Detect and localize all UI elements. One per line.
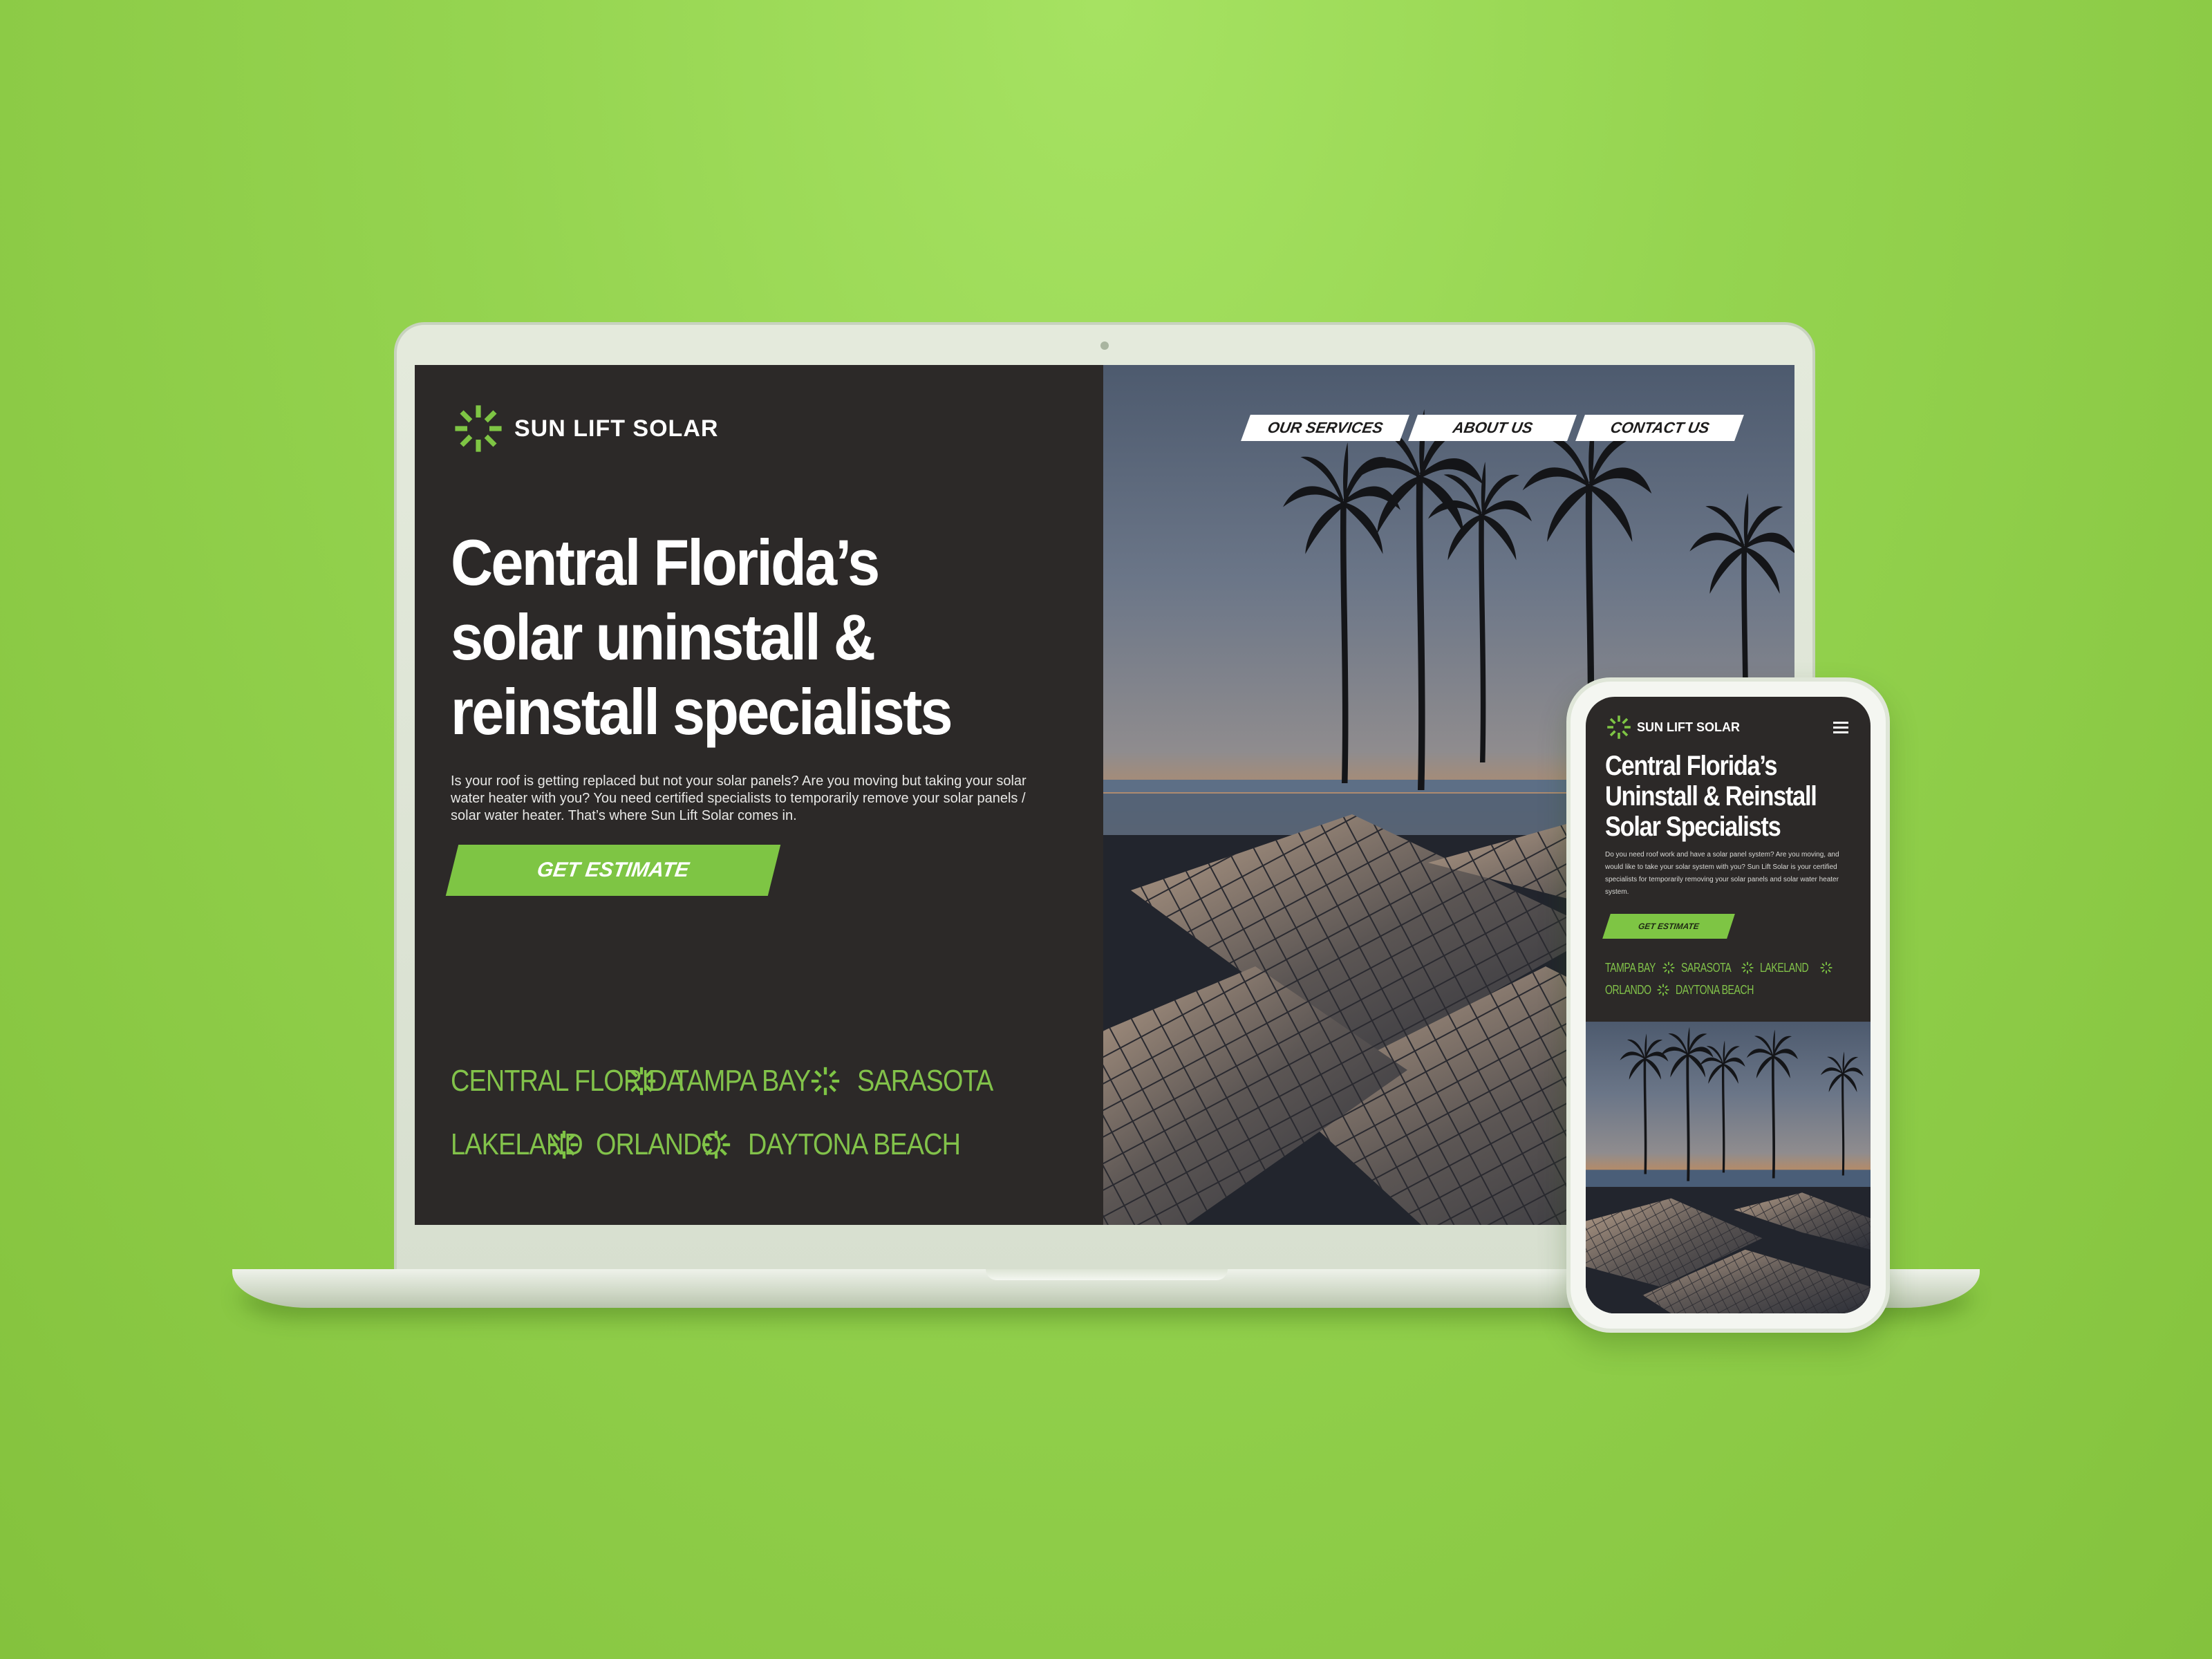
mobile-intro: Do you need roof work and have a solar p… <box>1605 851 1839 896</box>
get-estimate-button[interactable]: GET ESTIMATE <box>445 845 781 896</box>
nav-about-us[interactable]: ABOUT US <box>1408 415 1577 441</box>
locations-row: CENTRAL FLORIDA TAMPA BAY SARASOTA <box>451 1049 1087 1113</box>
location-item: LAKELAND <box>451 1127 583 1161</box>
main-nav: OUR SERVICES ABOUT US CONTACT US <box>1237 415 1744 441</box>
mobile-brand[interactable]: SUN LIFT SOLAR <box>1605 713 1740 741</box>
hero-intro: Is your roof is getting replaced but not… <box>451 774 1027 823</box>
hero-headline: Central Florida’s solar uninstall & rein… <box>451 526 953 748</box>
location-item: CENTRAL FLORIDA <box>451 1064 684 1098</box>
location-item: LAKELAND <box>1760 960 1809 975</box>
nav-label: CONTACT US <box>1609 419 1711 436</box>
locations-row: LAKELAND ORLANDO DAYTONA BEACH <box>451 1113 1087 1177</box>
location-item: SARASOTA <box>857 1064 993 1098</box>
location-item: ORLANDO <box>1605 982 1651 997</box>
location-item: TAMPA BAY <box>673 1064 811 1098</box>
nav-our-services[interactable]: OUR SERVICES <box>1241 415 1409 441</box>
location-item: DAYTONA BEACH <box>748 1127 961 1161</box>
sunburst-icon <box>1662 961 1676 975</box>
locations-list: CENTRAL FLORIDA TAMPA BAY SARASOTA LAKEL… <box>451 1049 1087 1177</box>
location-item: DAYTONA BEACH <box>1676 982 1754 997</box>
location-item: TAMPA BAY <box>1605 960 1656 975</box>
sunburst-icon <box>1656 983 1670 997</box>
nav-label: ABOUT US <box>1451 419 1534 436</box>
nav-contact-us[interactable]: CONTACT US <box>1575 415 1744 441</box>
hero-panel: SUN LIFT SOLAR Central Florida’s solar u… <box>415 365 1103 1225</box>
mobile-headline: Central Florida’s Uninstall & Reinstall … <box>1605 751 1817 842</box>
brand-name: SUN LIFT SOLAR <box>514 415 719 442</box>
mobile-locations-row: TAMPA BAY SARASOTA LAKELAND <box>1605 957 1861 979</box>
laptop-notch <box>986 1269 1228 1280</box>
phone-frame: SUN LIFT SOLAR Central Florida’s Uninsta… <box>1566 677 1890 1333</box>
mobile-solar-panels-photo <box>1586 1022 1871 1313</box>
mobile-get-estimate-button[interactable]: GET ESTIMATE <box>1602 914 1735 939</box>
get-estimate-label: GET ESTIMATE <box>536 859 691 881</box>
location-item: SARASOTA <box>1681 960 1732 975</box>
sunburst-icon <box>1605 713 1633 741</box>
nav-label: OUR SERVICES <box>1266 419 1385 436</box>
camera-dot <box>1100 341 1109 350</box>
location-item: ORLANDO <box>596 1127 722 1161</box>
brand[interactable]: SUN LIFT SOLAR <box>451 401 718 456</box>
sunburst-icon <box>1819 961 1833 975</box>
sunburst-icon <box>451 401 506 456</box>
hamburger-icon[interactable] <box>1833 722 1848 736</box>
sunburst-icon <box>809 1065 842 1098</box>
mobile-locations-list: TAMPA BAY SARASOTA LAKELAND ORLANDO DAYT… <box>1605 957 1861 1001</box>
mobile-screen: SUN LIFT SOLAR Central Florida’s Uninsta… <box>1586 697 1871 1313</box>
mobile-get-estimate-label: GET ESTIMATE <box>1638 921 1700 931</box>
mobile-locations-row: ORLANDO DAYTONA BEACH <box>1605 979 1861 1001</box>
sunburst-icon <box>1741 961 1754 975</box>
mobile-brand-name: SUN LIFT SOLAR <box>1637 720 1740 734</box>
